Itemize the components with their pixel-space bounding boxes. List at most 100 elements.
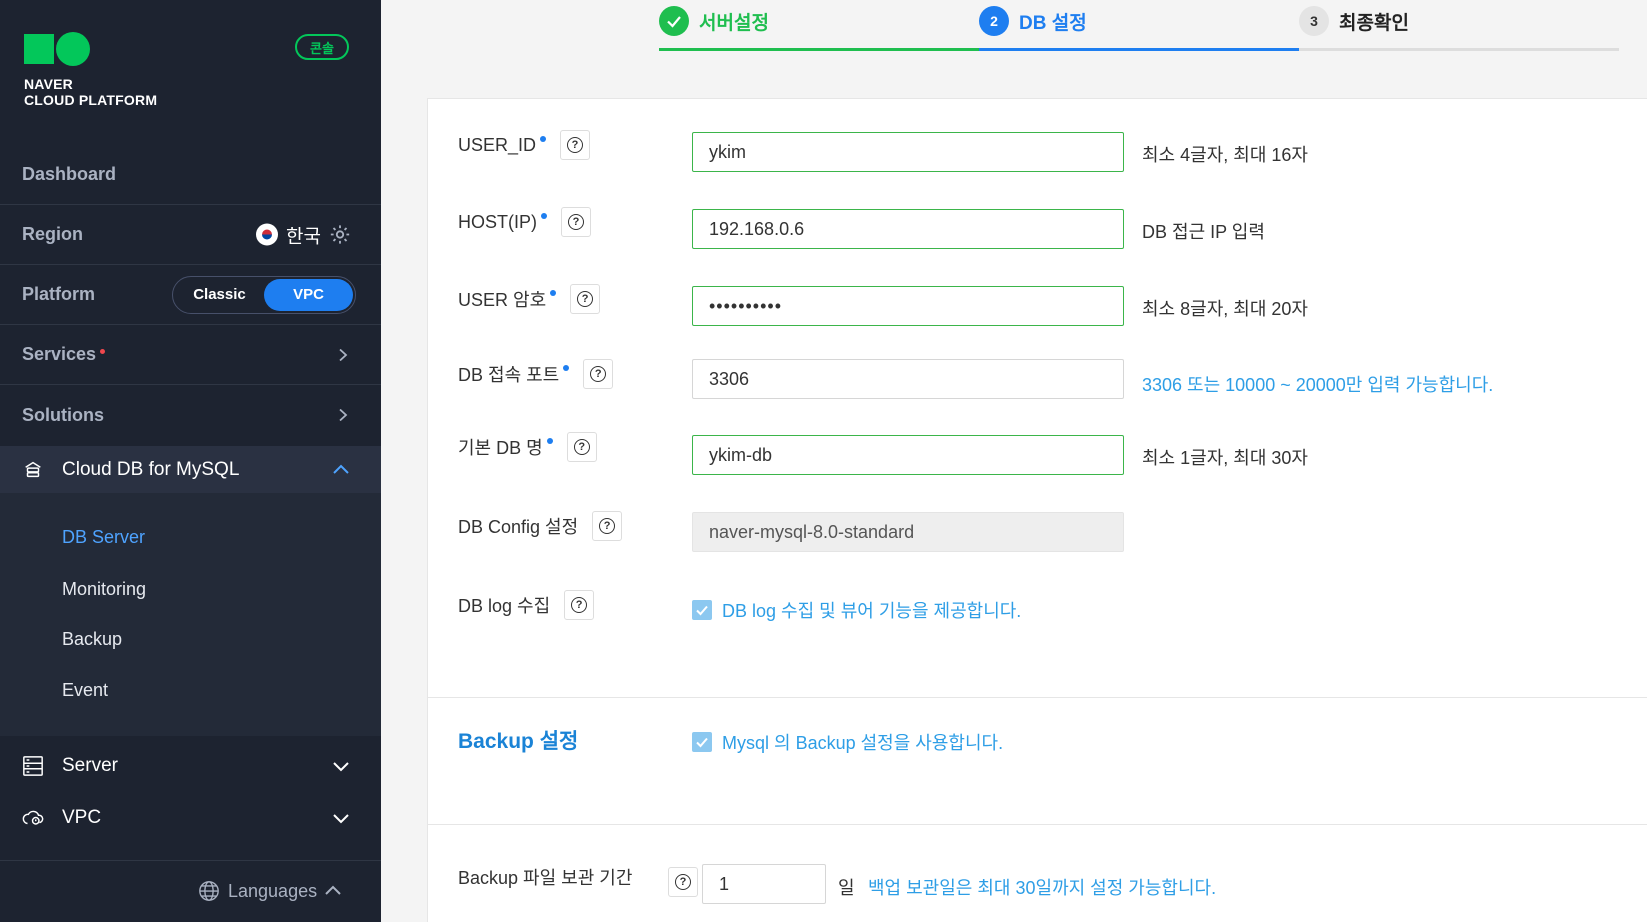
section-divider [428, 824, 1647, 825]
logo-line-2: CLOUD PLATFORM [24, 92, 158, 108]
check-icon [696, 605, 708, 616]
step-number: 3 [1299, 6, 1329, 36]
section-divider [428, 697, 1647, 698]
languages-label: Languages [228, 880, 318, 901]
required-dot [541, 213, 547, 219]
user-password-hint: 최소 8글자, 최대 20자 [1142, 299, 1308, 319]
region-label: Region [22, 224, 83, 244]
db-port-label: DB 접속 포트 ? [458, 359, 614, 389]
help-button[interactable]: ? [592, 511, 623, 541]
backup-retention-input[interactable]: 1 [702, 864, 826, 904]
platform-label: Platform [22, 284, 96, 304]
host-ip-hint: DB 접근 IP 입력 [1142, 222, 1265, 242]
sub-item-db-server[interactable]: DB Server [62, 527, 145, 548]
step-label: 서버설정 [699, 12, 769, 34]
db-config-label: DB Config 설정 ? [458, 511, 623, 541]
db-settings-form: USER_ID ? ykim 최소 4글자, 최대 16자 HOST(IP) ?… [427, 98, 1647, 922]
step-label: DB 설정 [1019, 12, 1087, 34]
help-button[interactable]: ? [566, 432, 597, 462]
db-log-checkbox[interactable] [692, 600, 712, 620]
help-button[interactable]: ? [570, 284, 601, 314]
platform-option-classic[interactable]: Classic [175, 279, 264, 311]
step-progress-done [659, 48, 979, 51]
help-button[interactable]: ? [560, 130, 591, 160]
user-password-label: USER 암호 ? [458, 284, 601, 314]
user-password-input[interactable]: •••••••••• [692, 286, 1124, 326]
nav-solutions-label: Solutions [22, 404, 104, 425]
label-text: USER_ID [458, 134, 537, 155]
backup-retention-hint: 백업 보관일은 최대 30일까지 설정 가능합니다. [868, 878, 1217, 898]
region-selector[interactable]: 한국 [256, 221, 351, 248]
step-number: 2 [979, 6, 1009, 36]
nav-services[interactable]: Services [0, 325, 381, 385]
platform-option-vpc[interactable]: VPC [264, 278, 353, 311]
step-indicator: 서버설정 2 DB 설정 3 최종확인 [659, 0, 1619, 52]
backup-retention-unit: 일 [838, 878, 855, 898]
platform-toggle[interactable]: Classic VPC [172, 275, 356, 314]
menu-vpc[interactable]: VPC [0, 792, 381, 844]
host-ip-input[interactable]: 192.168.0.6 [692, 209, 1124, 249]
korea-flag-icon [256, 223, 279, 246]
question-icon: ? [567, 137, 584, 153]
step-progress-active [979, 48, 1299, 51]
help-button[interactable]: ? [583, 359, 614, 389]
menu-cloud-db-mysql-label: Cloud DB for MySQL [62, 458, 240, 480]
db-port-input[interactable]: 3306 [692, 359, 1124, 399]
label-text: DB log 수집 [458, 596, 551, 616]
required-dot [540, 136, 547, 142]
required-dot [546, 438, 553, 444]
db-log-label: DB log 수집 ? [458, 590, 595, 620]
nav-platform: Platform Classic VPC [0, 265, 381, 325]
help-button[interactable]: ? [564, 590, 595, 620]
server-icon [23, 756, 43, 776]
user-id-label: USER_ID ? [458, 130, 591, 160]
sub-item-event[interactable]: Event [62, 680, 108, 701]
gear-icon[interactable] [329, 224, 351, 246]
logo-text: NAVER CLOUD PLATFORM [24, 76, 157, 108]
chevron-right-icon [339, 409, 348, 421]
backup-checkbox-row[interactable]: Mysql 의 Backup 설정을 사용합니다. [692, 729, 1003, 755]
region-value: 한국 [286, 226, 321, 247]
menu-server[interactable]: Server [0, 740, 381, 792]
menu-cloud-db-mysql[interactable]: Cloud DB for MySQL [0, 446, 381, 493]
menu-vpc-label: VPC [62, 807, 102, 828]
db-name-hint: 최소 1글자, 최대 30자 [1142, 448, 1308, 468]
db-log-checkbox-row[interactable]: DB log 수집 및 뷰어 기능을 제공합니다. [692, 597, 1021, 623]
nav-services-label: Services [22, 344, 97, 364]
label-text: Backup 파일 보관 기간 [458, 868, 633, 888]
chevron-right-icon [339, 348, 348, 361]
label-text: DB Config 설정 [458, 517, 579, 537]
help-button[interactable]: ? [561, 207, 591, 237]
required-dot [563, 365, 570, 371]
backup-retention-label: Backup 파일 보관 기간 [458, 864, 632, 890]
nav-region: Region 한국 [0, 205, 381, 265]
question-icon: ? [577, 291, 594, 307]
sub-item-backup[interactable]: Backup [62, 629, 122, 650]
host-ip-label: HOST(IP) ? [458, 207, 591, 237]
backup-checkbox[interactable] [692, 732, 712, 752]
sidebar: NAVER CLOUD PLATFORM 콘솔 Dashboard Region… [0, 0, 381, 922]
user-id-input[interactable]: ykim [692, 132, 1124, 172]
nav-dashboard[interactable]: Dashboard [0, 145, 381, 205]
step-db-settings: 2 DB 설정 [979, 6, 1087, 36]
step-server-settings: 서버설정 [659, 6, 769, 36]
chevron-up-icon[interactable] [333, 462, 349, 478]
db-config-field: naver-mysql-8.0-standard [692, 512, 1124, 552]
console-badge[interactable]: 콘솔 [295, 34, 349, 60]
checkmark-icon [659, 6, 689, 36]
label-text: HOST(IP) [458, 211, 537, 232]
question-icon: ? [568, 214, 584, 230]
label-text: 기본 DB 명 [458, 438, 543, 458]
languages-selector[interactable]: Languages [198, 880, 341, 902]
question-icon: ? [573, 439, 590, 455]
question-icon: ? [571, 597, 588, 613]
sub-item-monitoring[interactable]: Monitoring [62, 579, 146, 600]
required-dot [550, 290, 557, 296]
db-name-input[interactable]: ykim-db [692, 435, 1124, 475]
cloud-lock-icon [22, 810, 44, 825]
step-progress-pending [1299, 48, 1619, 51]
question-icon: ? [675, 874, 691, 890]
nav-solutions[interactable]: Solutions [0, 385, 381, 445]
logo[interactable]: NAVER CLOUD PLATFORM [24, 32, 157, 108]
help-button[interactable]: ? [668, 867, 698, 897]
